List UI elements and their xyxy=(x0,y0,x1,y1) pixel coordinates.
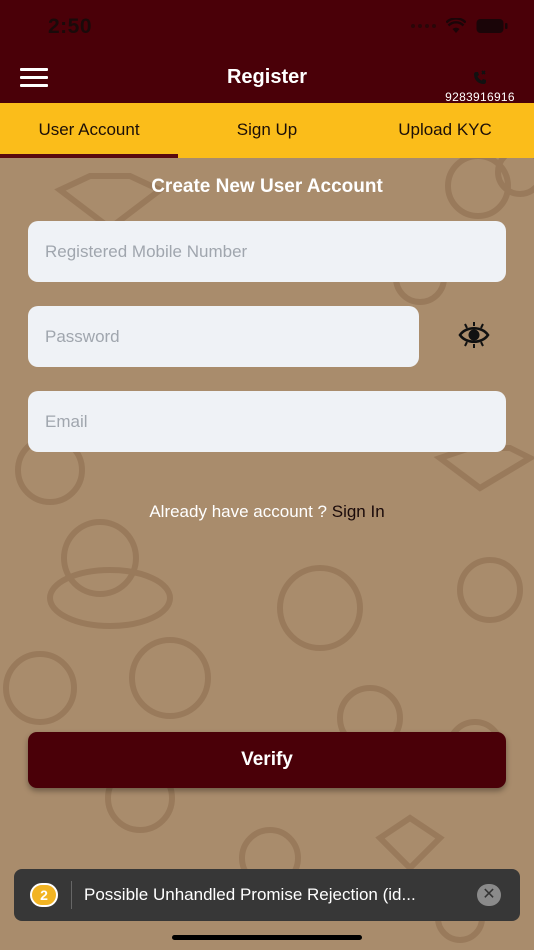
toast-divider xyxy=(71,881,72,909)
signin-prompt: Already have account ? Sign In xyxy=(0,502,534,522)
eye-icon[interactable] xyxy=(458,320,490,350)
email-field[interactable] xyxy=(28,391,506,452)
status-bar: 2:50 xyxy=(0,0,534,58)
app-header: Register 9283916916 xyxy=(0,58,534,104)
mobile-number-field[interactable] xyxy=(28,221,506,282)
phone-contact[interactable]: 9283916916 xyxy=(440,68,520,104)
phone-icon xyxy=(474,70,486,84)
phone-number[interactable]: 9283916916 xyxy=(440,90,520,104)
close-icon[interactable]: ✕ xyxy=(477,884,501,906)
tab-upload-kyc[interactable]: Upload KYC xyxy=(356,103,534,158)
status-icons xyxy=(411,18,508,34)
tab-bar: User Account Sign Up Upload KYC xyxy=(0,103,534,158)
toast-message[interactable]: Possible Unhandled Promise Rejection (id… xyxy=(84,885,474,905)
battery-icon xyxy=(476,19,508,33)
toast-count-badge: 2 xyxy=(30,883,58,907)
wifi-icon xyxy=(446,18,466,33)
error-toast[interactable]: 2 Possible Unhandled Promise Rejection (… xyxy=(14,869,520,921)
signal-icon xyxy=(411,24,436,28)
form-title: Create New User Account xyxy=(151,176,383,197)
tab-user-account[interactable]: User Account xyxy=(0,103,178,158)
password-field[interactable] xyxy=(28,306,419,367)
tab-sign-up[interactable]: Sign Up xyxy=(178,103,356,158)
sign-in-link[interactable]: Sign In xyxy=(332,502,385,521)
already-have-account-text: Already have account ? xyxy=(149,502,332,521)
status-time: 2:50 xyxy=(48,15,93,38)
verify-button[interactable]: Verify xyxy=(28,732,506,788)
home-indicator[interactable] xyxy=(172,935,362,940)
